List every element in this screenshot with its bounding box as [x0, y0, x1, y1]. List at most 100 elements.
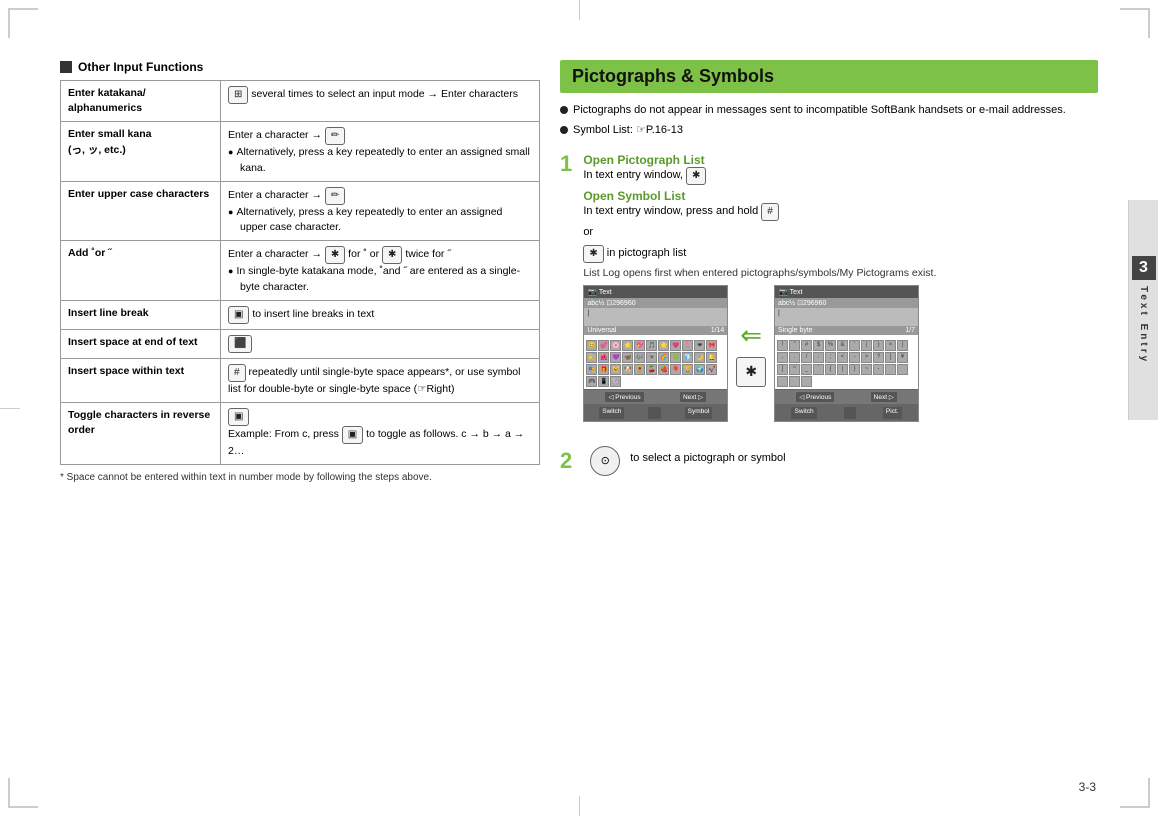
row-content: # repeatedly until single-byte space app… — [221, 358, 540, 402]
ps-switch-r[interactable]: Switch — [791, 407, 816, 419]
right-bullets: Pictographs do not appear in messages se… — [560, 103, 1098, 143]
ps-sym: < — [837, 352, 848, 363]
key-star-2: ✱ — [583, 245, 603, 263]
ps-prev-r[interactable]: ◁ Previous — [796, 392, 834, 402]
ps-sym: | — [837, 364, 848, 375]
ps-sym: ❤ — [694, 340, 705, 351]
ps-status-right: abc½ ⊡296960 — [778, 299, 826, 307]
ps-footer-left: ◁ Previous Next ▷ — [584, 389, 727, 404]
ps-sym: 😊 — [586, 340, 597, 351]
ps-sym: > — [861, 352, 872, 363]
ps-sym: ; — [825, 352, 836, 363]
ps-sym: ~ — [861, 364, 872, 375]
ps-sym: ☀ — [646, 352, 657, 363]
table-row: Insert space within text # repeatedly un… — [61, 358, 540, 402]
ps-symbol[interactable]: Symbol — [685, 407, 713, 419]
ps-sym: 🌟 — [658, 340, 669, 351]
ps-sym: ' — [849, 340, 860, 351]
corner-bl — [8, 778, 38, 808]
open-pictograph-label: Open Pictograph List — [583, 153, 1086, 167]
crosshair-bottom — [579, 796, 580, 816]
row-label: Enter small kana(っ, ッ, etc.) — [61, 122, 221, 181]
page-number: 3-3 — [1079, 780, 1096, 794]
ps-blank-r — [844, 407, 857, 419]
section-icon — [60, 61, 72, 73]
ps-tab-right: Single byte 1/7 — [775, 326, 918, 335]
crosshair-left — [0, 408, 20, 409]
trackball-icon: ⊙ — [601, 454, 610, 467]
ps-sym — [897, 364, 908, 375]
phones-area: 📷 Text abc½ ⊡296960 | Universal 1/14 — [583, 285, 1086, 422]
sidebar-tab: 3 Text Entry — [1128, 200, 1158, 420]
key-icon: ✏ — [325, 127, 345, 145]
step-1-content: Open Pictograph List In text entry windo… — [583, 153, 1086, 422]
page-content: Other Input Functions Enter katakana/alp… — [60, 60, 1098, 756]
key-icon: # — [228, 364, 246, 382]
ps-sym: 🐶 — [622, 364, 633, 375]
ps-cursor-right: | — [775, 308, 918, 326]
ps-switch[interactable]: Switch — [599, 407, 624, 419]
ps-prev[interactable]: ◁ Previous — [605, 392, 643, 402]
corner-tl — [8, 8, 38, 38]
step-or: or — [583, 225, 1086, 241]
key-icon: ✱ — [382, 246, 402, 264]
ps-sym: 🎭 — [586, 364, 597, 375]
footnote: * Space cannot be entered within text in… — [60, 471, 540, 485]
ps-sym: 💕 — [598, 340, 609, 351]
row-content: ⬛ — [221, 329, 540, 358]
bullet-text-2: Symbol List: ☞P.16-13 — [573, 123, 683, 139]
key-star-box: ✱ — [736, 357, 766, 387]
right-column: Pictographs & Symbols Pictographs do not… — [560, 60, 1098, 756]
ps-sym: 🌻 — [634, 364, 645, 375]
ps-sym: ] — [777, 364, 788, 375]
ps-sym: 🌈 — [658, 352, 669, 363]
ps-sym: 🎠 — [610, 376, 621, 387]
ps-footer-right: ◁ Previous Next ▷ — [775, 389, 918, 404]
ps-sym — [789, 376, 800, 387]
ps-tab-left: Universal 1/14 — [584, 326, 727, 335]
ps-sym: " — [789, 340, 800, 351]
row-content: Enter a character → ✏ Alternatively, pre… — [221, 181, 540, 240]
row-content: Enter a character → ✏ Alternatively, pre… — [221, 122, 540, 181]
ps-sym: 🔔 — [706, 352, 717, 363]
ps-sym: . — [789, 352, 800, 363]
table-row: Enter katakana/alphanumerics ⊞ several t… — [61, 81, 540, 122]
ps-sym: 🎈 — [670, 364, 681, 375]
ps-next[interactable]: Next ▷ — [680, 392, 706, 402]
step-symbol-text: In text entry window, press and hold # — [583, 203, 1086, 221]
key-icon: ✱ — [325, 246, 345, 264]
row-label: Add ˚or ˝ — [61, 241, 221, 300]
bullet-item-1: Pictographs do not appear in messages se… — [560, 103, 1098, 119]
ps-next-r[interactable]: Next ▷ — [871, 392, 897, 402]
ps-pict[interactable]: Pict. — [883, 407, 902, 419]
section-title: Other Input Functions — [60, 60, 540, 74]
ps-tab-label-left: Universal — [587, 327, 616, 334]
ps-sym: 🍀 — [670, 352, 681, 363]
ps-footer2-left: Switch Symbol — [584, 404, 727, 421]
row-label: Enter katakana/alphanumerics — [61, 81, 221, 122]
left-column: Other Input Functions Enter katakana/alp… — [60, 60, 540, 756]
ps-sym: 🎁 — [598, 364, 609, 375]
ps-sym: 💖 — [634, 340, 645, 351]
ps-sym: % — [825, 340, 836, 351]
ps-tab-label-right: Single byte — [778, 327, 813, 334]
arrow-area: ⇐ ✱ — [736, 320, 766, 387]
ps-title-left: 📷 Text — [588, 288, 611, 296]
key-icon: ▣ — [228, 306, 249, 324]
ps-titlebar-left: 📷 Text — [584, 286, 727, 298]
arrow-right-icon: ⇐ — [740, 320, 762, 351]
key-icon: ⊞ — [228, 86, 248, 104]
ps-sym: { — [825, 364, 836, 375]
step-note: List Log opens first when entered pictog… — [583, 267, 1086, 279]
ps-sym: 💜 — [610, 352, 621, 363]
row-content: ▣ to insert line breaks in text — [221, 300, 540, 329]
ps-tab-page-right: 1/7 — [905, 327, 915, 334]
key-icon: ⬛ — [228, 335, 252, 353]
section-title-text: Other Input Functions — [78, 60, 203, 74]
ps-sym: 💗 — [670, 340, 681, 351]
bullet-text: Alternatively, press a key repeatedly to… — [228, 145, 532, 175]
ps-sym — [801, 376, 812, 387]
ps-sym — [885, 364, 896, 375]
ps-sym: - — [849, 352, 860, 363]
ps-cursor-left: | — [584, 308, 727, 326]
